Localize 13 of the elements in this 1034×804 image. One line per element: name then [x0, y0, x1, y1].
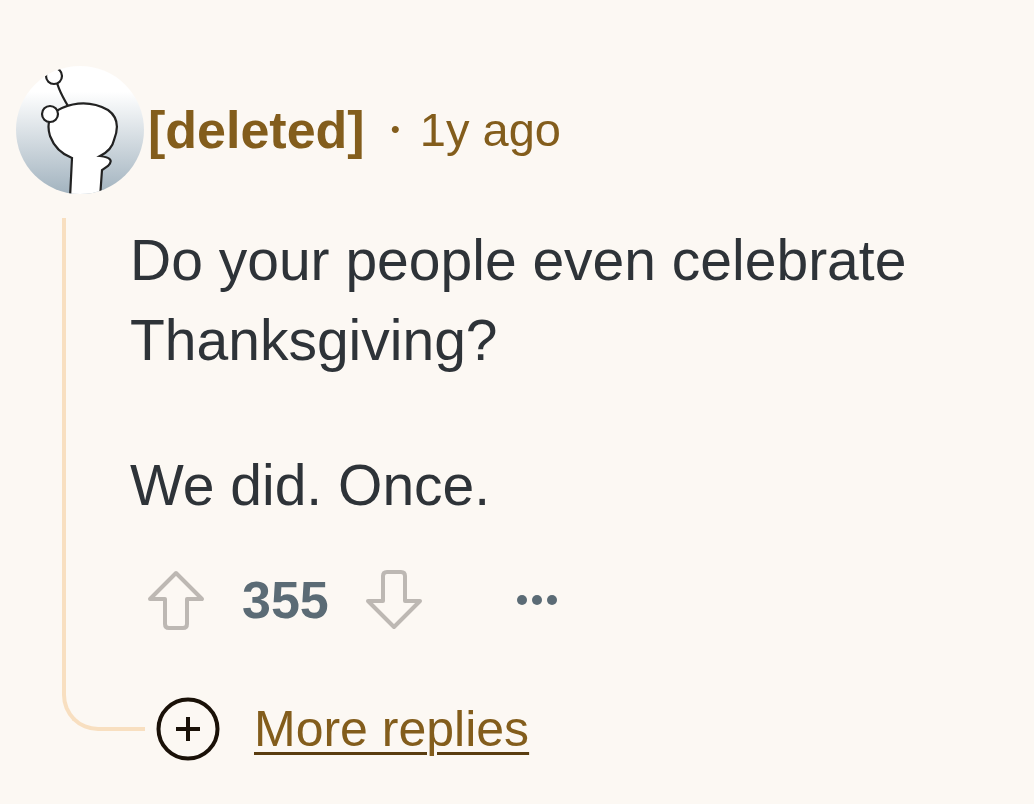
- comment-text: We did. Once.: [130, 452, 492, 519]
- comment-text: Do your people even celebrate Thanksgiving?: [130, 227, 908, 374]
- more-options-button[interactable]: [516, 595, 557, 605]
- ellipsis-icon: [516, 595, 557, 605]
- separator-dot: •: [390, 114, 400, 146]
- arrow-down-icon: [364, 570, 423, 630]
- plus-circle-icon[interactable]: [156, 697, 220, 761]
- author-name[interactable]: [deleted]: [148, 98, 365, 162]
- more-replies-link[interactable]: More replies: [254, 699, 530, 759]
- timestamp: 1y ago: [419, 101, 561, 158]
- arrow-up-icon: [147, 570, 205, 630]
- vote-count: 355: [242, 570, 329, 630]
- avatar-icon: [16, 66, 144, 194]
